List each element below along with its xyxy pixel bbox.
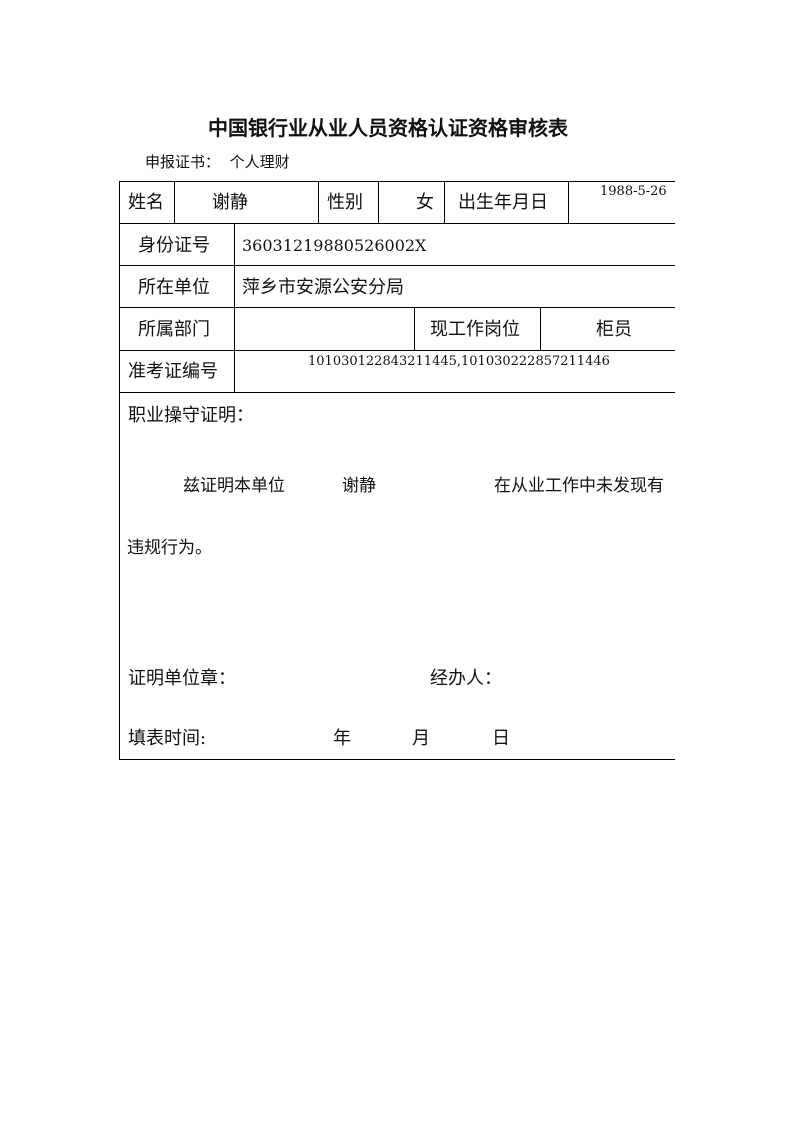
seal-label: 证明单位章： (128, 668, 236, 689)
date-label: 填表时间: (128, 728, 207, 749)
id-value: 36031219880526002X (242, 236, 427, 255)
post-value: 柜员 (596, 319, 632, 340)
name-label: 姓名 (128, 192, 164, 213)
exam-value: 101030122843211445,101030222857211446 (308, 354, 610, 369)
unit-label: 所在单位 (138, 277, 210, 298)
proof-line2: 违规行为。 (127, 538, 212, 558)
gender-label: 性别 (327, 192, 363, 213)
proof-line1-a: 兹证明本单位 (183, 476, 285, 496)
year-label: 年 (333, 728, 351, 749)
proof-line1-name: 谢静 (342, 476, 376, 496)
handler-label: 经办人： (430, 668, 502, 689)
name-value: 谢静 (212, 192, 248, 213)
birth-value: 1988-5-26 (600, 184, 667, 199)
day-label: 日 (492, 728, 510, 749)
month-label: 月 (412, 728, 430, 749)
exam-label: 准考证编号 (128, 361, 218, 382)
review-table: 姓名 谢静 性别 女 出生年月日 1988-5-26 身份证号 36031219… (0, 0, 675, 1123)
gender-value: 女 (416, 192, 434, 213)
post-label: 现工作岗位 (430, 319, 520, 340)
id-label: 身份证号 (138, 235, 210, 256)
proof-line1-b: 在从业工作中未发现有 (494, 476, 664, 496)
dept-label: 所属部门 (138, 319, 210, 340)
proof-label: 职业操守证明： (128, 405, 254, 426)
birth-label: 出生年月日 (458, 192, 548, 213)
document-page: 中国银行业从业人员资格认证资格审核表 申报证书： 个人理财 姓名 谢静 性别 女… (0, 0, 794, 1123)
unit-value: 萍乡市安源公安分局 (242, 277, 404, 298)
